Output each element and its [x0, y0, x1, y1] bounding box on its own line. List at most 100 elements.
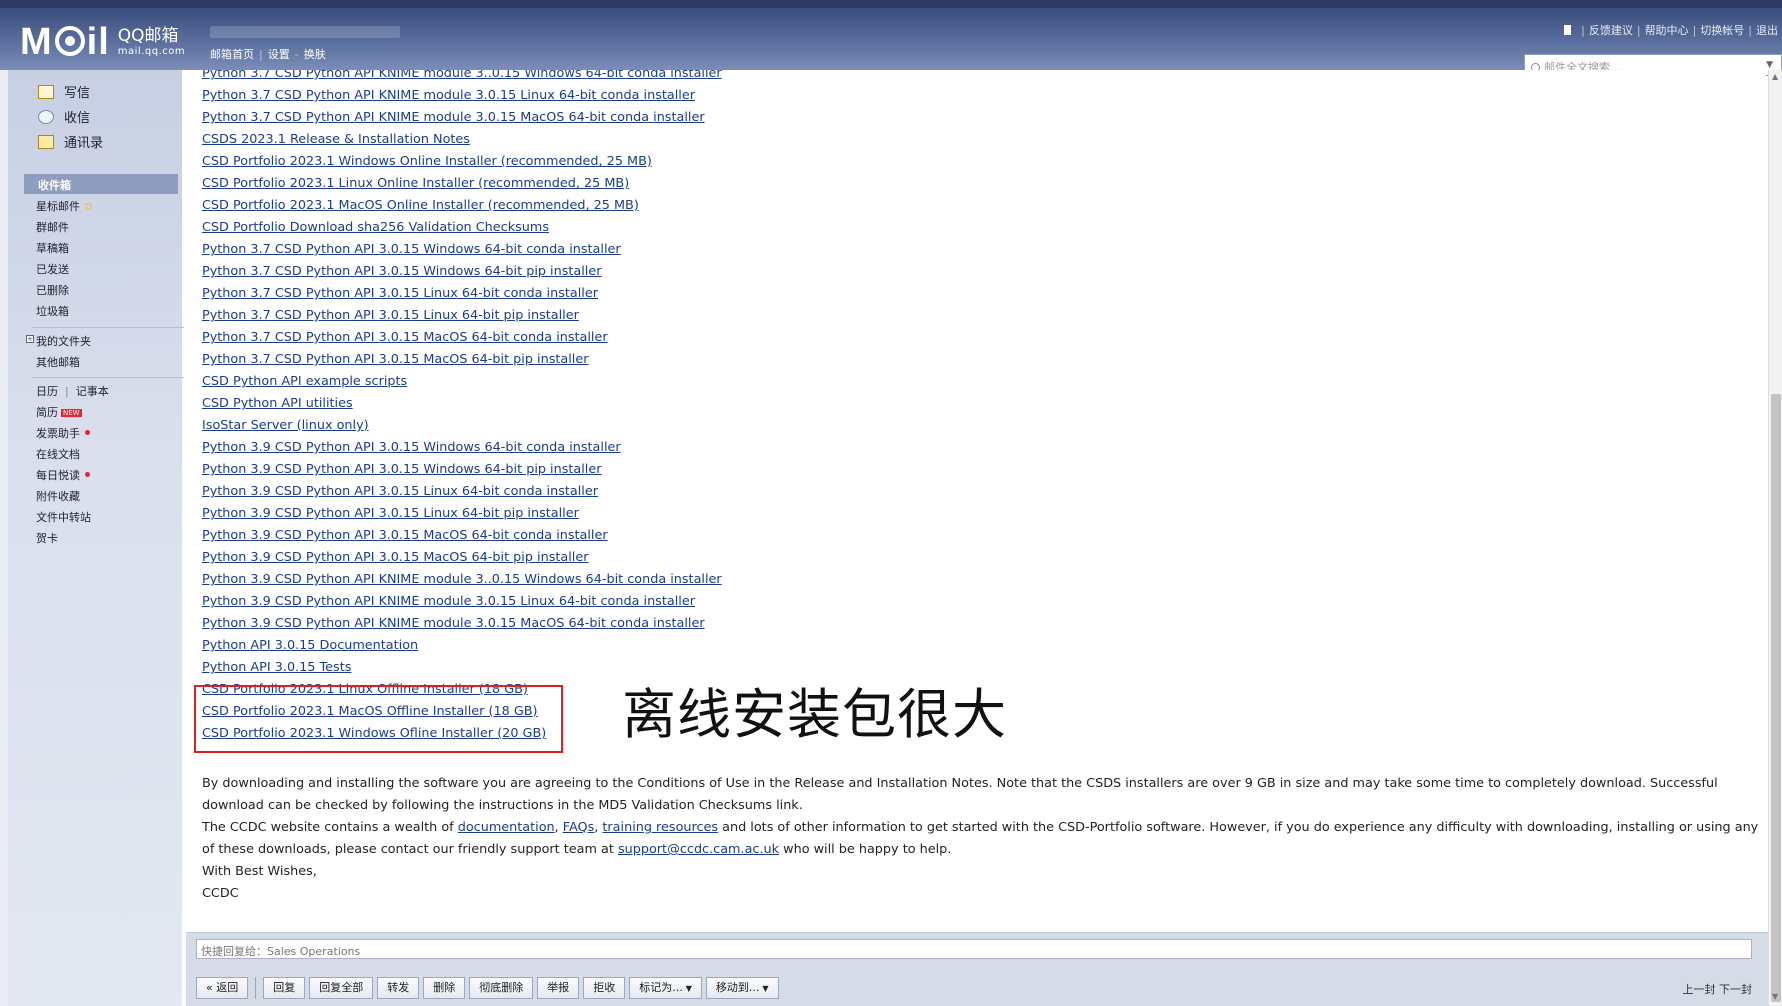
qq-mail-logo[interactable]: Mil QQ邮箱 mail.qq.com [20, 20, 185, 64]
download-link[interactable]: CSD Portfolio 2023.1 Linux Online Instal… [202, 173, 722, 195]
switch-account-link[interactable]: 切换帐号 [1700, 24, 1744, 37]
expand-icon[interactable]: + [26, 335, 34, 343]
star-icon: ✩ [84, 200, 94, 213]
download-link[interactable]: Python 3.9 CSD Python API 3.0.15 Linux 6… [202, 503, 722, 525]
nav-skin-link[interactable]: 换肤 [304, 48, 326, 61]
download-link[interactable]: Python 3.9 CSD Python API KNIME module 3… [202, 613, 722, 635]
sidebar-item-drafts[interactable]: 草稿箱 [36, 240, 69, 256]
download-link[interactable]: Python API 3.0.15 Documentation [202, 635, 722, 657]
download-link[interactable]: Python 3.9 CSD Python API 3.0.15 Windows… [202, 459, 722, 481]
prev-mail-link[interactable]: 上一封 [1683, 983, 1716, 996]
receive-icon [38, 109, 54, 124]
help-link[interactable]: 帮助中心 [1645, 24, 1689, 37]
mail-toolbar: « 返回 回复 回复全部 转发 删除 彻底删除 举报 拒收 标记为... ▼ 移动… [196, 977, 779, 999]
forward-button[interactable]: 转发 [377, 977, 420, 999]
download-link[interactable]: Python 3.7 CSD Python API 3.0.15 Windows… [202, 261, 722, 283]
sidebar-item-starred[interactable]: 星标邮件 ✩ [36, 198, 93, 214]
back-button[interactable]: « 返回 [196, 977, 249, 999]
unread-dot-icon [85, 472, 90, 477]
support-paragraph: The CCDC website contains a wealth of do… [202, 820, 1759, 857]
sidebar-item-spam[interactable]: 垃圾箱 [36, 303, 69, 319]
sidebar-item-transfer[interactable]: 文件中转站 [36, 509, 91, 525]
chevron-down-icon: ▼ [685, 984, 692, 993]
sidebar-item-my-folders[interactable]: 我的文件夹 [36, 333, 91, 349]
compose-button[interactable]: 写信 [38, 82, 90, 101]
download-link[interactable]: Python 3.7 CSD Python API 3.0.15 MacOS 6… [202, 349, 722, 371]
download-link[interactable]: Python 3.7 CSD Python API 3.0.15 Windows… [202, 239, 722, 261]
download-link[interactable]: Python 3.9 CSD Python API 3.0.15 Windows… [202, 437, 722, 459]
report-button[interactable]: 举报 [537, 977, 580, 999]
download-link[interactable]: Python 3.9 CSD Python API 3.0.15 Linux 6… [202, 481, 722, 503]
nav-settings-link[interactable]: 设置 [268, 48, 290, 61]
left-sidebar: 写信 收信 通讯录 收件箱 星标邮件 ✩ 群邮件 草稿箱 已发送 已删除 垃圾箱 … [8, 70, 184, 1006]
new-badge: NEW [61, 409, 82, 417]
download-link[interactable]: Python 3.9 CSD Python API 3.0.15 MacOS 6… [202, 525, 722, 547]
download-link[interactable]: Python 3.7 CSD Python API 3.0.15 Linux 6… [202, 305, 722, 327]
signature-text: CCDC [202, 886, 239, 901]
top-header: Mil QQ邮箱 mail.qq.com 邮箱首页 | 设置 - 换肤 | 反馈建议 | 帮助… [0, 0, 1782, 76]
sidebar-item-sent[interactable]: 已发送 [36, 261, 69, 277]
documentation-link[interactable]: documentation [458, 820, 555, 835]
sidebar-item-deleted[interactable]: 已删除 [36, 282, 69, 298]
notebook-link[interactable]: 记事本 [76, 385, 109, 398]
feedback-link[interactable]: 反馈建议 [1589, 24, 1633, 37]
reject-button[interactable]: 拒收 [583, 977, 626, 999]
training-resources-link[interactable]: training resources [602, 820, 718, 835]
phone-icon[interactable] [1564, 25, 1572, 35]
scrollbar-thumb[interactable] [1771, 394, 1781, 1002]
logout-link[interactable]: 退出 [1756, 24, 1778, 37]
reply-all-button[interactable]: 回复全部 [309, 977, 374, 999]
download-link[interactable]: Python 3.9 CSD Python API KNIME module 3… [202, 569, 722, 591]
sidebar-item-docs[interactable]: 在线文档 [36, 446, 80, 462]
download-link[interactable]: Python 3.7 CSD Python API 3.0.15 Linux 6… [202, 283, 722, 305]
sidebar-item-cards[interactable]: 贺卡 [36, 530, 58, 546]
vertical-scrollbar[interactable]: ▲ ▼ [1768, 70, 1782, 1006]
user-account-blurred [210, 26, 400, 38]
download-link[interactable]: Python 3.9 CSD Python API 3.0.15 MacOS 6… [202, 547, 722, 569]
contacts-button[interactable]: 通讯录 [38, 132, 103, 151]
logo-cn-text: QQ邮箱 [117, 25, 179, 46]
move-to-dropdown[interactable]: 移动到... ▼ [705, 977, 779, 999]
scroll-down-icon[interactable]: ▼ [1772, 992, 1778, 1001]
sidebar-item-group[interactable]: 群邮件 [36, 219, 69, 235]
sidebar-item-other-mail[interactable]: 其他邮箱 [36, 354, 80, 370]
mail-paragraphs: By downloading and installing the softwa… [202, 773, 1762, 905]
mark-as-dropdown[interactable]: 标记为... ▼ [629, 977, 702, 999]
download-link[interactable]: CSD Portfolio Download sha256 Validation… [202, 217, 722, 239]
download-link[interactable]: Python 3.7 CSD Python API KNIME module 3… [202, 70, 722, 85]
download-link[interactable]: Python 3.7 CSD Python API 3.0.15 MacOS 6… [202, 327, 722, 349]
download-link[interactable]: CSD Portfolio 2023.1 Windows Online Inst… [202, 151, 722, 173]
sidebar-item-daily[interactable]: 每日悦读 [36, 467, 90, 483]
sidebar-item-calendar-notebook: 日历 | 记事本 [36, 385, 109, 398]
chevron-down-icon[interactable]: ▼ [1766, 60, 1773, 70]
download-link[interactable]: Python 3.7 CSD Python API KNIME module 3… [202, 107, 722, 129]
sidebar-item-invoice[interactable]: 发票助手 [36, 425, 90, 441]
nav-home-link[interactable]: 邮箱首页 [210, 48, 254, 61]
delete-forever-button[interactable]: 彻底删除 [469, 977, 534, 999]
sidebar-item-resume[interactable]: 简历 NEW [36, 404, 82, 420]
download-terms-paragraph: By downloading and installing the softwa… [202, 776, 1718, 813]
download-link[interactable]: Python 3.7 CSD Python API KNIME module 3… [202, 85, 722, 107]
reply-area: 快捷回复给：Sales Operations « 返回 回复 回复全部 转发 删… [186, 932, 1768, 1006]
delete-button[interactable]: 删除 [423, 977, 466, 999]
receive-button[interactable]: 收信 [38, 107, 90, 126]
download-link[interactable]: Python 3.9 CSD Python API KNIME module 3… [202, 591, 722, 613]
logo-domain-text: mail.qq.com [117, 45, 186, 57]
download-link[interactable]: IsoStar Server (linux only) [202, 415, 722, 437]
sidebar-item-attachments[interactable]: 附件收藏 [36, 488, 80, 504]
support-email-link[interactable]: support@ccdc.cam.ac.uk [618, 842, 779, 857]
annotation-text: 离线安装包很大 [622, 683, 1007, 746]
reply-button[interactable]: 回复 [263, 977, 306, 999]
calendar-link[interactable]: 日历 [36, 385, 58, 398]
scroll-up-icon[interactable]: ▲ [1772, 72, 1778, 81]
red-highlight-box [194, 685, 563, 753]
download-link[interactable]: CSD Python API example scripts [202, 371, 722, 393]
next-mail-link[interactable]: 下一封 [1719, 983, 1752, 996]
faqs-link[interactable]: FAQs [563, 820, 594, 835]
compose-icon [38, 84, 54, 99]
download-link[interactable]: CSD Python API utilities [202, 393, 722, 415]
download-link[interactable]: CSDS 2023.1 Release & Installation Notes [202, 129, 722, 151]
download-link[interactable]: CSD Portfolio 2023.1 MacOS Online Instal… [202, 195, 722, 217]
sidebar-item-inbox[interactable]: 收件箱 [24, 174, 178, 194]
quick-reply-input[interactable]: 快捷回复给：Sales Operations [196, 939, 1752, 959]
